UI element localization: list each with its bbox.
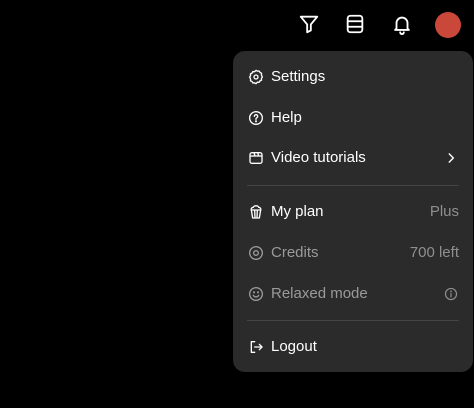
video-tutorials-label: Video tutorials <box>271 149 366 166</box>
menu-item-credits[interactable]: Credits 700 left <box>233 235 473 271</box>
chevron-right-icon <box>443 150 459 166</box>
info-icon[interactable] <box>443 286 459 302</box>
smile-icon <box>247 285 265 303</box>
menu-item-relaxed-mode[interactable]: Relaxed mode <box>233 276 473 312</box>
video-icon <box>247 149 265 167</box>
menu-item-video-tutorials[interactable]: Video tutorials <box>233 140 473 176</box>
bell-icon[interactable] <box>388 10 416 38</box>
menu-divider <box>247 320 459 321</box>
credits-icon <box>247 244 265 262</box>
stack-icon[interactable] <box>341 10 369 38</box>
logout-icon <box>247 338 265 356</box>
top-bar <box>0 0 474 48</box>
menu-divider <box>247 185 459 186</box>
help-circle-icon <box>247 109 265 127</box>
menu-item-my-plan[interactable]: My plan Plus <box>233 194 473 230</box>
settings-label: Settings <box>271 68 326 85</box>
gear-icon <box>247 68 265 86</box>
menu-item-settings[interactable]: Settings <box>233 59 473 95</box>
logout-label: Logout <box>271 338 317 355</box>
credits-label: Credits <box>271 244 319 261</box>
menu-item-logout[interactable]: Logout <box>233 329 473 365</box>
avatar[interactable] <box>435 12 461 38</box>
help-label: Help <box>271 109 302 126</box>
relaxed-mode-label: Relaxed mode <box>271 285 368 302</box>
account-menu: Settings Help Video tutorials My plan Pl… <box>233 51 473 372</box>
credits-value: 700 left <box>409 244 459 261</box>
plan-value: Plus <box>429 203 459 220</box>
filter-icon[interactable] <box>295 10 323 38</box>
popcorn-icon <box>247 203 265 221</box>
menu-item-help[interactable]: Help <box>233 100 473 136</box>
my-plan-label: My plan <box>271 203 324 220</box>
